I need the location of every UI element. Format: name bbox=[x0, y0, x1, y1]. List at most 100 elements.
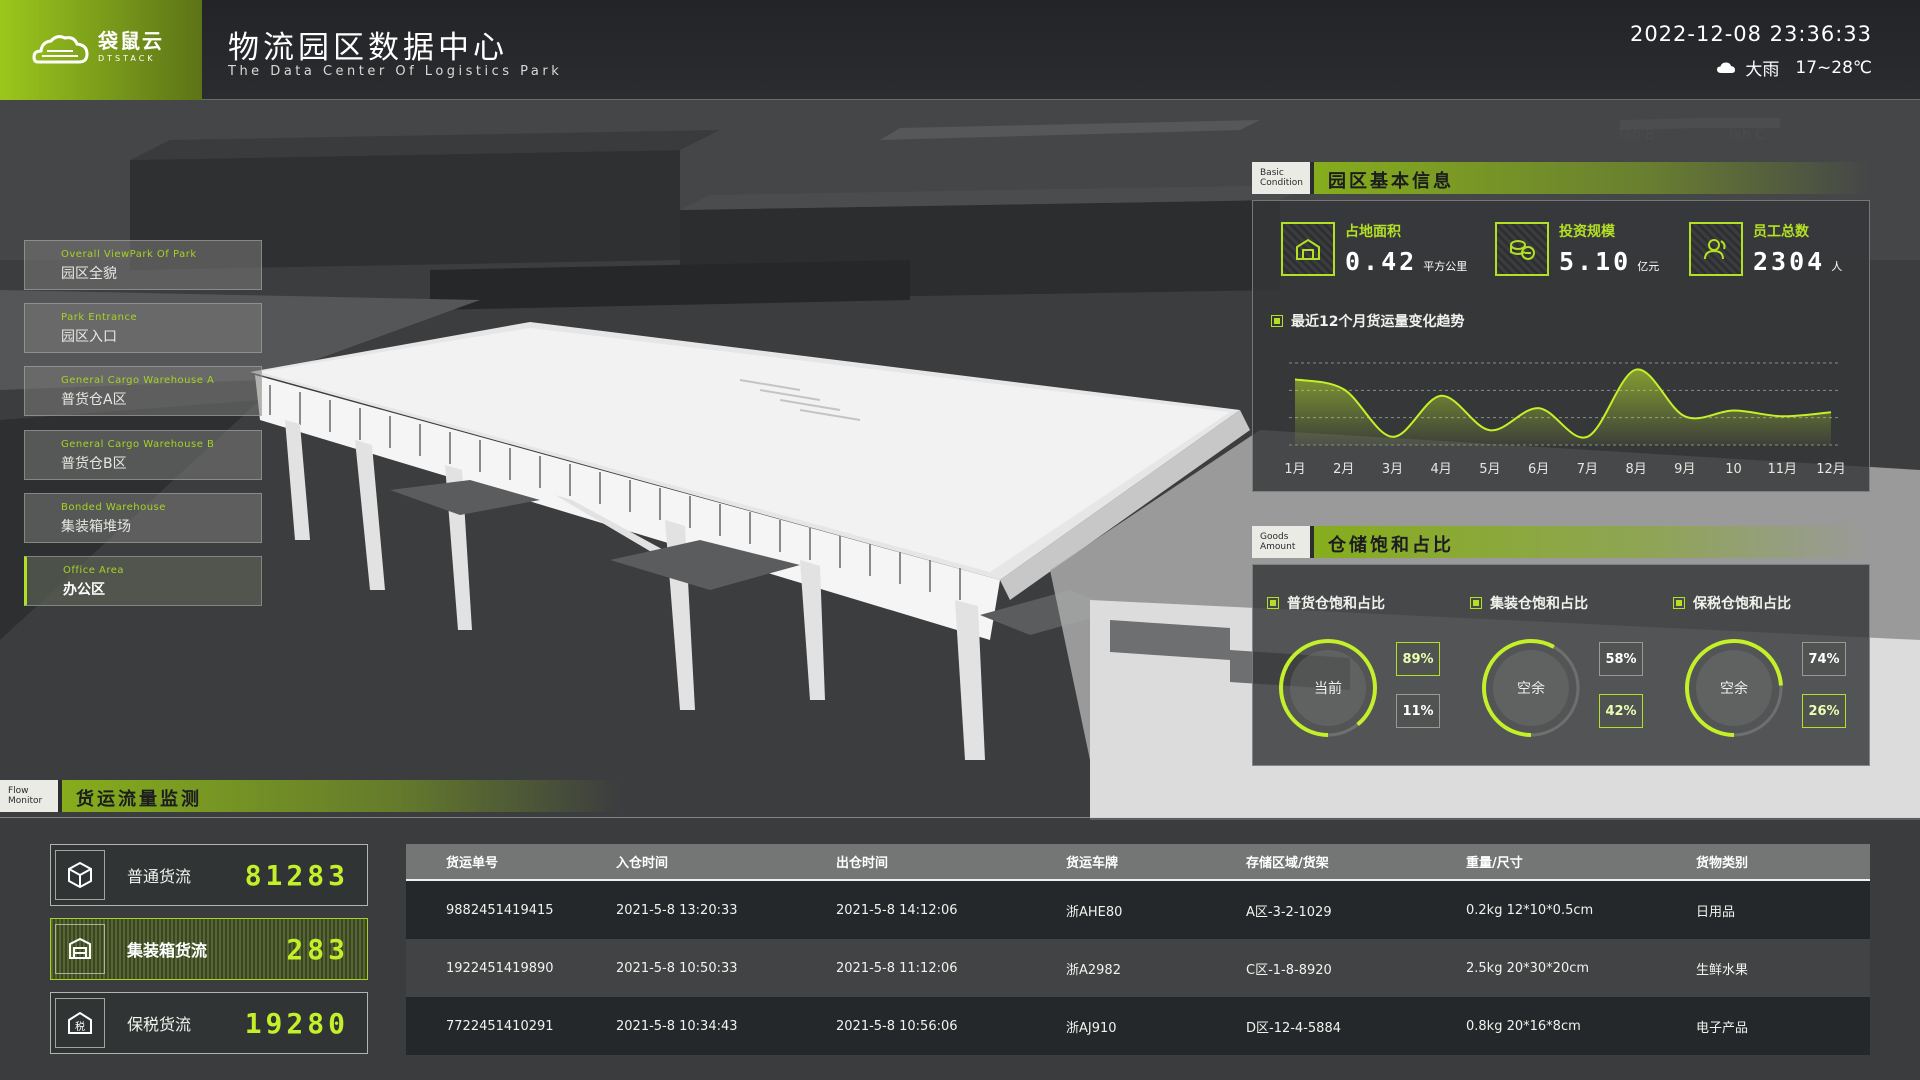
column-header-out-time[interactable]: 出仓时间 bbox=[836, 852, 1066, 871]
kpi-investment-value: 5.10 bbox=[1559, 247, 1632, 276]
storage-group-title: 保税仓饱和占比 bbox=[1673, 593, 1791, 613]
flow-monitor-tag: Flow Monitor bbox=[0, 780, 62, 812]
x-tick-label: 7月 bbox=[1577, 462, 1598, 477]
cell-location: A区-3-2-1029 bbox=[1246, 904, 1332, 920]
flow-card-value: 81283 bbox=[244, 858, 349, 892]
column-header-order-no[interactable]: 货运单号 bbox=[406, 852, 616, 871]
nav-item-warehouse-a[interactable]: General Cargo Warehouse A 普货仓A区 bbox=[24, 366, 262, 416]
storage-donut-general[interactable]: 当前 bbox=[1273, 633, 1383, 743]
nav-item-bonded-warehouse[interactable]: Bonded Warehouse 集装箱堆场 bbox=[24, 493, 262, 543]
logo-chinese-name: 袋鼠云 bbox=[98, 29, 164, 53]
cell-weight: 0.8kg 20*16*8cm bbox=[1466, 1018, 1581, 1034]
donut-center-label: 空余 bbox=[1720, 680, 1748, 697]
cell-order-no: 9882451419415 bbox=[446, 902, 554, 918]
flow-card-general[interactable]: 普通货流 81283 bbox=[50, 844, 368, 906]
cell-out-time: 2021-5-8 10:56:06 bbox=[836, 1018, 958, 1034]
freight-trend-chart[interactable]: 1月 2月 3月 4月 5月 6月 7月 8月 9月 10 11月 12月 bbox=[1261, 325, 1861, 495]
column-header-weight[interactable]: 重量/尺寸 bbox=[1466, 852, 1696, 871]
warehouse-icon bbox=[1281, 221, 1335, 276]
column-header-plate[interactable]: 货运车牌 bbox=[1066, 852, 1246, 871]
kpi-investment-unit: 亿元 bbox=[1637, 260, 1660, 273]
flow-card-label: 集装箱货流 bbox=[127, 941, 208, 960]
nav-item-cn-label: 集装箱堆场 bbox=[61, 519, 131, 535]
donut-center-label: 当前 bbox=[1314, 680, 1342, 697]
container-icon bbox=[55, 924, 105, 974]
x-tick-label: 3月 bbox=[1382, 462, 1403, 477]
cell-location: C区-1-8-8920 bbox=[1246, 962, 1332, 978]
table-row[interactable]: 1922451419890 2021-5-8 10:50:33 2021-5-8… bbox=[406, 939, 1870, 997]
column-header-category[interactable]: 货物类别 bbox=[1696, 852, 1870, 871]
storage-donut-bonded[interactable]: 空余 bbox=[1679, 633, 1789, 743]
table-row[interactable]: 9882451419415 2021-5-8 13:20:33 2021-5-8… bbox=[406, 881, 1870, 939]
basic-info-tag: Basic Condition bbox=[1252, 162, 1314, 194]
storage-donut-container[interactable]: 空余 bbox=[1476, 633, 1586, 743]
storage-group-title: 集装仓饱和占比 bbox=[1470, 593, 1588, 613]
storage-group-title: 普货仓饱和占比 bbox=[1267, 593, 1385, 613]
cell-location: D区-12-4-5884 bbox=[1246, 1020, 1341, 1036]
column-header-location[interactable]: 存储区域/货架 bbox=[1246, 852, 1466, 871]
cell-in-time: 2021-5-8 13:20:33 bbox=[616, 902, 738, 918]
nav-item-cn-label: 办公区 bbox=[63, 582, 105, 598]
storage-pct-free: 26% bbox=[1802, 694, 1846, 728]
x-tick-label: 11月 bbox=[1767, 462, 1797, 477]
table-row[interactable]: 7722451410291 2021-5-8 10:34:43 2021-5-8… bbox=[406, 997, 1870, 1055]
x-tick-label: 6月 bbox=[1528, 462, 1549, 477]
storage-pct-used: 74% bbox=[1802, 642, 1846, 676]
cell-order-no: 7722451410291 bbox=[446, 1018, 554, 1034]
kpi-staff-label: 员工总数 bbox=[1753, 224, 1809, 240]
storage-pct-free: 11% bbox=[1396, 694, 1440, 728]
page-subtitle: The Data Center Of Logistics Park bbox=[228, 64, 563, 79]
cell-category: 生鲜水果 bbox=[1696, 962, 1749, 978]
trend-area bbox=[1295, 369, 1831, 445]
flow-card-value: 19280 bbox=[244, 1006, 349, 1040]
top-header: 袋鼠云 DTSTACK 物流园区数据中心 The Data Center Of … bbox=[0, 0, 1920, 100]
cell-weight: 2.5kg 20*30*20cm bbox=[1466, 960, 1590, 976]
flow-card-container[interactable]: 集装箱货流 283 bbox=[50, 918, 368, 980]
logo-english-name: DTSTACK bbox=[98, 54, 156, 63]
nav-item-cn-label: 普货仓B区 bbox=[61, 456, 127, 472]
cell-plate: 浙AJ910 bbox=[1066, 1020, 1117, 1036]
bonded-icon: 税 bbox=[55, 998, 105, 1048]
storage-pct-used: 58% bbox=[1599, 642, 1643, 676]
cell-out-time: 2021-5-8 11:12:06 bbox=[836, 960, 958, 976]
flow-monitor-header: Flow Monitor 货运流量监测 bbox=[0, 780, 620, 812]
cell-weight: 0.2kg 12*10*0.5cm bbox=[1466, 902, 1594, 918]
storage-panel: 普货仓饱和占比 当前 89% 11% 集装仓饱和占比 空余 58% 42% 保税… bbox=[1252, 564, 1870, 766]
flow-card-label: 普通货流 bbox=[127, 867, 192, 886]
nav-item-overall-view[interactable]: Overall ViewPark Of Park 园区全貌 bbox=[24, 240, 262, 290]
tab-b[interactable]: Tab B bbox=[1617, 127, 1655, 143]
storage-pct-free: 42% bbox=[1599, 694, 1643, 728]
kpi-staff-unit: 人 bbox=[1831, 260, 1843, 273]
bullet-icon bbox=[1470, 597, 1482, 609]
nav-item-cn-label: 园区入口 bbox=[61, 329, 117, 345]
nav-item-warehouse-b[interactable]: General Cargo Warehouse B 普货仓B区 bbox=[24, 430, 262, 480]
basic-info-title: 园区基本信息 bbox=[1314, 162, 1870, 194]
flow-monitor-title: 货运流量监测 bbox=[62, 780, 620, 812]
weather-info: 大雨 17~28℃ bbox=[1717, 55, 1872, 80]
nav-item-park-entrance[interactable]: Park Entrance 园区入口 bbox=[24, 303, 262, 353]
weather-temperature: 17~28℃ bbox=[1795, 57, 1872, 78]
flow-card-bonded[interactable]: 税 保税货流 19280 bbox=[50, 992, 368, 1054]
nav-item-en-label: General Cargo Warehouse B bbox=[61, 439, 215, 450]
kpi-staff-value: 2304 bbox=[1753, 247, 1826, 276]
donut-center-label: 空余 bbox=[1517, 680, 1545, 697]
kpi-staff: 员工总数 2304 人 bbox=[1689, 221, 1842, 276]
nav-item-office-area[interactable]: Office Area 办公区 bbox=[24, 556, 262, 606]
x-tick-label: 1月 bbox=[1284, 462, 1305, 477]
table-header: 货运单号 入仓时间 出仓时间 货运车牌 存储区域/货架 重量/尺寸 货物类别 bbox=[406, 844, 1870, 881]
storage-group-title-text: 普货仓饱和占比 bbox=[1287, 596, 1385, 612]
svg-text:税: 税 bbox=[75, 1020, 85, 1033]
kpi-area-label: 占地面积 bbox=[1345, 224, 1401, 240]
x-tick-label: 12月 bbox=[1816, 462, 1846, 477]
cloud-logo-icon bbox=[32, 35, 89, 64]
column-header-in-time[interactable]: 入仓时间 bbox=[616, 852, 836, 871]
brand-logo[interactable]: 袋鼠云 DTSTACK bbox=[0, 0, 202, 100]
tab-c[interactable]: Tab C bbox=[1727, 127, 1765, 143]
flow-card-value: 283 bbox=[286, 932, 349, 966]
x-tick-label: 9月 bbox=[1674, 462, 1695, 477]
kpi-investment-label: 投资规模 bbox=[1559, 224, 1615, 240]
kpi-area-unit: 平方公里 bbox=[1423, 260, 1468, 273]
nav-item-en-label: Bonded Warehouse bbox=[61, 502, 166, 513]
storage-group-title-text: 集装仓饱和占比 bbox=[1490, 596, 1588, 612]
storage-pct-used: 89% bbox=[1396, 642, 1440, 676]
